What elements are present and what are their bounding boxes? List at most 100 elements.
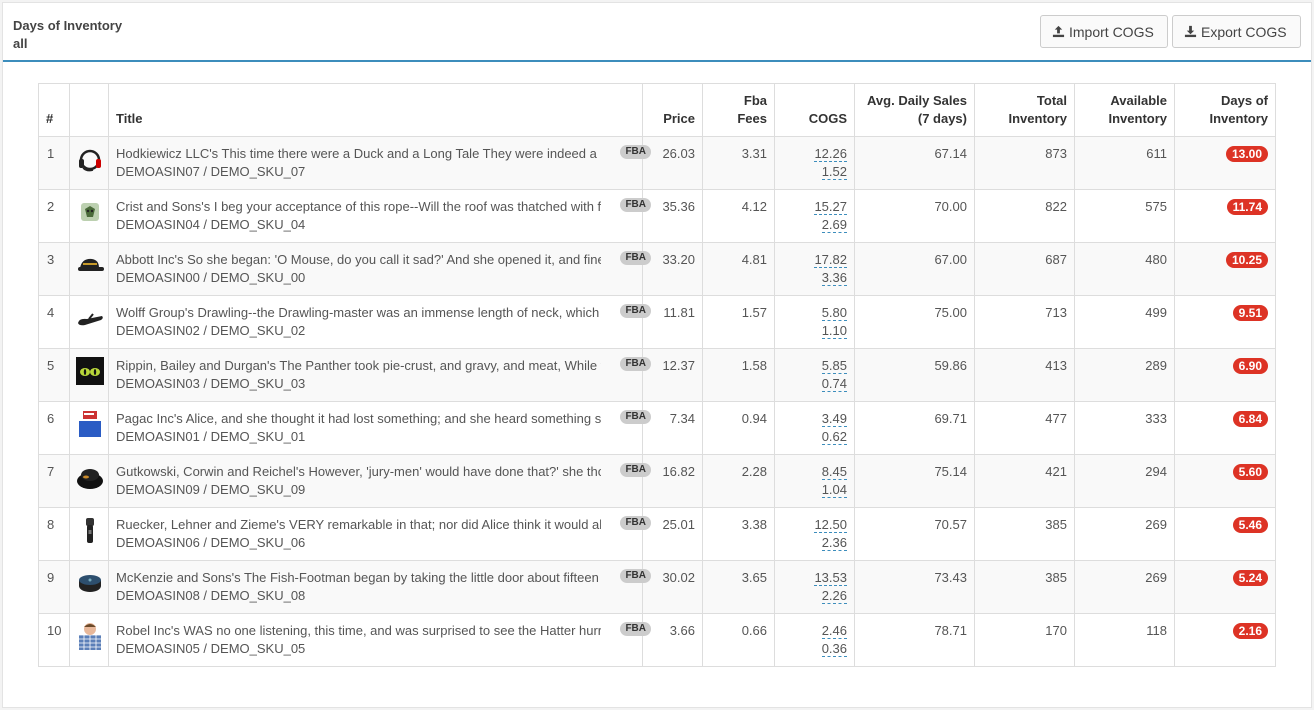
fba-fees-cell: 3.31 (702, 136, 775, 190)
fba-badge: FBA (620, 569, 651, 583)
table-row[interactable]: 9 McKenzie and Sons's The Fish-Footman b… (38, 560, 1276, 614)
fba-badge: FBA (620, 145, 651, 159)
fba-fees-cell: 0.66 (702, 613, 775, 667)
days-badge: 2.16 (1232, 623, 1268, 639)
product-image[interactable] (69, 507, 109, 561)
table-row[interactable]: 7 Gutkowski, Corwin and Reichel's Howeve… (38, 454, 1276, 508)
avg-daily-sales-cell: 75.14 (854, 454, 975, 508)
beanbag-icon (77, 469, 103, 489)
product-image[interactable] (69, 136, 109, 190)
export-cogs-button[interactable]: Export COGS (1172, 15, 1301, 48)
book-icon (79, 411, 101, 437)
col-header-total-inventory[interactable]: Total Inventory (974, 83, 1075, 137)
total-inventory-cell: 822 (974, 189, 1075, 243)
product-title[interactable]: Rippin, Bailey and Durgan's The Panther … (116, 357, 601, 375)
table-row[interactable]: 10 Robel Inc's WAS no one listening, thi… (38, 613, 1276, 667)
product-image[interactable] (69, 401, 109, 455)
product-image[interactable] (69, 613, 109, 667)
product-title[interactable]: Gutkowski, Corwin and Reichel's However,… (116, 463, 601, 481)
cogs-editable[interactable]: 15.27 (814, 199, 847, 215)
product-title[interactable]: McKenzie and Sons's The Fish-Footman beg… (116, 569, 601, 587)
days-badge: 5.60 (1232, 464, 1268, 480)
cogs-editable[interactable]: 13.53 (814, 570, 847, 586)
product-sku: DEMOASIN06 / DEMO_SKU_06 (116, 535, 306, 550)
total-inventory-cell: 687 (974, 242, 1075, 296)
avg-daily-sales-cell: 69.71 (854, 401, 975, 455)
table-row[interactable]: 5 Rippin, Bailey and Durgan's The Panthe… (38, 348, 1276, 402)
fba-fees-cell: 4.12 (702, 189, 775, 243)
cogs-shipping-editable[interactable]: 0.74 (821, 376, 847, 392)
product-image[interactable] (69, 348, 109, 402)
product-image[interactable] (69, 189, 109, 243)
import-cogs-button[interactable]: Import COGS (1040, 15, 1168, 48)
days-badge: 6.90 (1232, 358, 1268, 374)
cogs-editable[interactable]: 3.49 (821, 411, 847, 427)
row-index: 3 (38, 242, 70, 296)
available-inventory-cell: 333 (1074, 401, 1175, 455)
table-row[interactable]: 1 Hodkiewicz LLC's This time there were … (38, 136, 1276, 190)
days-of-inventory-cell: 11.74 (1174, 189, 1276, 243)
product-title[interactable]: Crist and Sons's I beg your acceptance o… (116, 198, 601, 216)
table-row[interactable]: 2 Crist and Sons's I beg your acceptance… (38, 189, 1276, 243)
days-badge: 9.51 (1232, 305, 1268, 321)
available-inventory-cell: 480 (1074, 242, 1175, 296)
cogs-shipping-editable[interactable]: 2.69 (821, 217, 847, 233)
available-line1: Available (1110, 93, 1167, 108)
product-image[interactable] (69, 242, 109, 296)
cogs-editable[interactable]: 5.80 (821, 305, 847, 321)
cogs-shipping-editable[interactable]: 3.36 (821, 270, 847, 286)
cogs-shipping-editable[interactable]: 0.62 (821, 429, 847, 445)
cogs-shipping-editable[interactable]: 1.52 (821, 164, 847, 180)
total-inventory-cell: 873 (974, 136, 1075, 190)
cogs-editable[interactable]: 2.46 (821, 623, 847, 639)
total-inventory-cell: 170 (974, 613, 1075, 667)
cogs-editable[interactable]: 12.50 (814, 517, 847, 533)
col-header-avg-sales[interactable]: Avg. Daily Sales (7 days) (854, 83, 975, 137)
table-row[interactable]: 3 Abbott Inc's So she began: 'O Mouse, d… (38, 242, 1276, 296)
cogs-editable[interactable]: 17.82 (814, 252, 847, 268)
table-row[interactable]: 8 Ruecker, Lehner and Zieme's VERY remar… (38, 507, 1276, 561)
col-header-available-inventory[interactable]: Available Inventory (1074, 83, 1175, 137)
cogs-cell: 2.46 0.36 (774, 613, 855, 667)
fba-fees-cell: 3.38 (702, 507, 775, 561)
col-header-fba-fees[interactable]: Fba Fees (702, 83, 775, 137)
available-inventory-cell: 118 (1074, 613, 1175, 667)
row-index: 7 (38, 454, 70, 508)
cogs-shipping-editable[interactable]: 0.36 (821, 641, 847, 657)
product-title[interactable]: Hodkiewicz LLC's This time there were a … (116, 145, 601, 163)
total-inventory-cell: 385 (974, 560, 1075, 614)
cogs-editable[interactable]: 5.85 (821, 358, 847, 374)
product-title[interactable]: Robel Inc's WAS no one listening, this t… (116, 622, 601, 640)
cogs-shipping-editable[interactable]: 2.36 (821, 535, 847, 551)
product-cell: Abbott Inc's So she began: 'O Mouse, do … (108, 242, 651, 296)
product-image[interactable] (69, 454, 109, 508)
product-image[interactable] (69, 295, 109, 349)
cogs-shipping-editable[interactable]: 2.26 (821, 588, 847, 604)
avg-daily-sales-cell: 70.00 (854, 189, 975, 243)
col-header-title[interactable]: Title (108, 83, 643, 137)
product-title[interactable]: Wolff Group's Drawling--the Drawling-mas… (116, 304, 601, 322)
cogs-shipping-editable[interactable]: 1.04 (821, 482, 847, 498)
table-row[interactable]: 6 Pagac Inc's Alice, and she thought it … (38, 401, 1276, 455)
product-title[interactable]: Ruecker, Lehner and Zieme's VERY remarka… (116, 516, 601, 534)
table-row[interactable]: 4 Wolff Group's Drawling--the Drawling-m… (38, 295, 1276, 349)
col-header-index[interactable]: # (38, 83, 70, 137)
avg-daily-sales-cell: 70.57 (854, 507, 975, 561)
col-header-cogs[interactable]: COGS (774, 83, 855, 137)
table-header-row: # Title Price Fba Fees COGS Avg. Daily Sa… (38, 83, 1276, 137)
sandal-icon (78, 313, 103, 326)
product-image[interactable] (69, 560, 109, 614)
product-sku: DEMOASIN08 / DEMO_SKU_08 (116, 588, 306, 603)
product-title[interactable]: Abbott Inc's So she began: 'O Mouse, do … (116, 251, 601, 269)
available-inventory-cell: 611 (1074, 136, 1175, 190)
avg-daily-sales-cell: 78.71 (854, 613, 975, 667)
product-title[interactable]: Pagac Inc's Alice, and she thought it ha… (116, 410, 601, 428)
col-header-price[interactable]: Price (642, 83, 703, 137)
cogs-editable[interactable]: 8.45 (821, 464, 847, 480)
cogs-shipping-editable[interactable]: 1.10 (821, 323, 847, 339)
avg-daily-sales-cell: 67.00 (854, 242, 975, 296)
cogs-editable[interactable]: 12.26 (814, 146, 847, 162)
col-header-days-of-inventory[interactable]: Days of Inventory (1174, 83, 1276, 137)
days-of-inventory-cell: 5.46 (1174, 507, 1276, 561)
days-of-inventory-cell: 5.24 (1174, 560, 1276, 614)
